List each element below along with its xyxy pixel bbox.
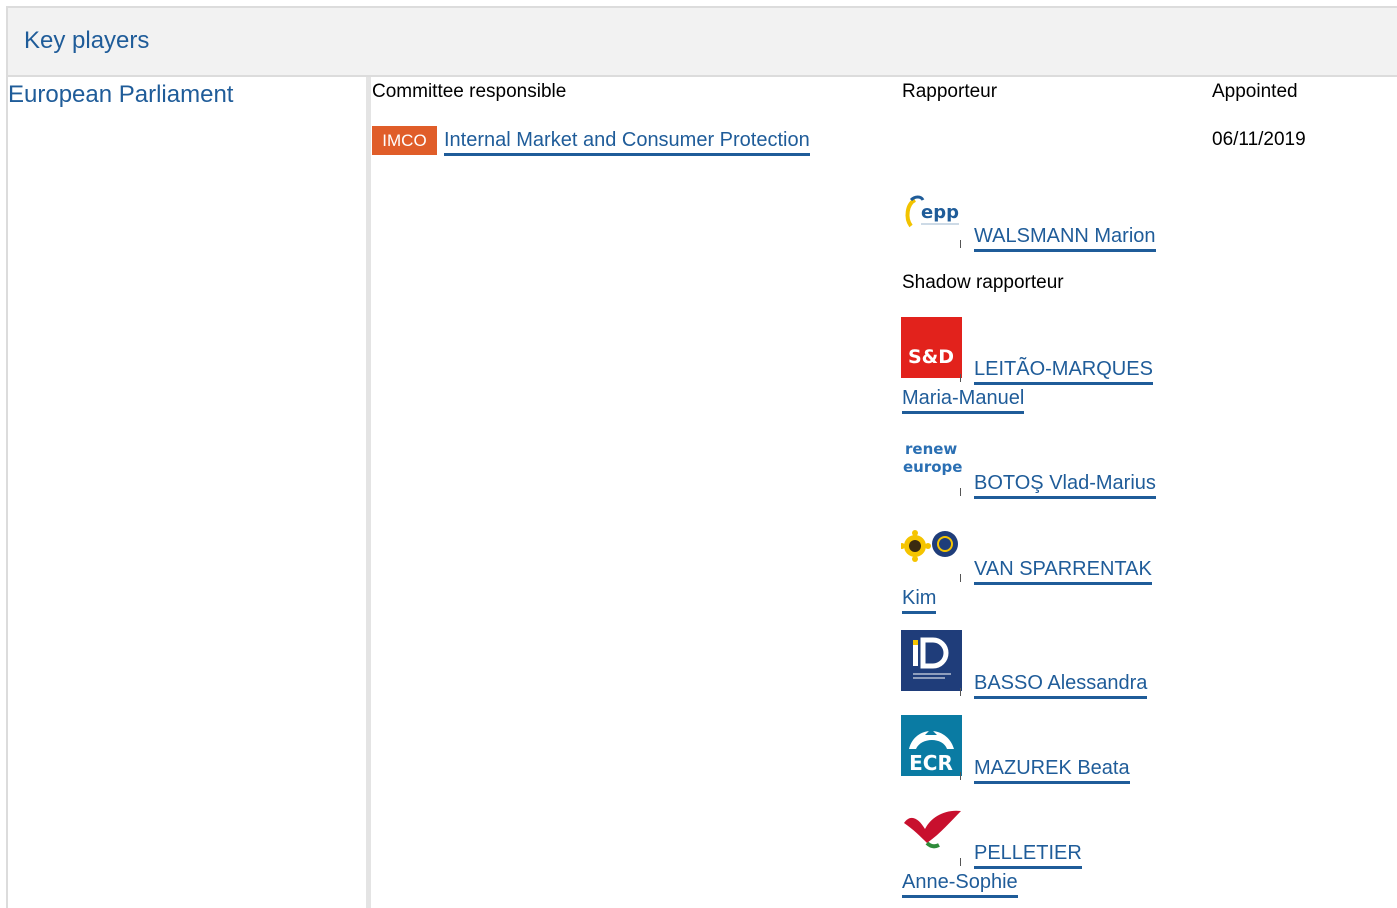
sd-logo-icon: S&D [901,317,962,378]
appointed-column-header: Appointed [1212,81,1298,102]
id-logo-icon [901,630,962,691]
section-title: Key players [24,27,150,54]
shadow-rapporteur-link[interactable]: BASSO Alessandra [974,670,1148,699]
svg-text:S&D: S&D [908,346,954,368]
shadow-rapporteur-link[interactable]: MAZUREK Beata [974,755,1130,784]
appointed-date: 06/11/2019 [1212,129,1306,150]
logo-tick [960,240,961,248]
institution-label: European Parliament [8,81,234,108]
shadow-rapporteur-link[interactable]: VAN SPARRENTAK [974,556,1152,585]
ecr-logo-icon: ECR [901,715,962,776]
svg-text:europe.: europe. [903,458,962,476]
logo-tick [960,574,961,582]
column-divider [366,77,371,908]
gue-ngl-logo-icon [901,801,962,862]
logo-tick [960,688,961,696]
epp-logo-icon: epp [901,184,962,245]
logo-tick [960,858,961,866]
svg-text:ECR: ECR [909,751,953,775]
institution-column: European Parliament [8,77,366,908]
shadow-rapporteur-link[interactable]: PELLETIER [974,840,1082,869]
greens-efa-logo-icon [899,516,962,577]
committee-link[interactable]: Internal Market and Consumer Protection [444,127,810,156]
shadow-rapporteur-label: Shadow rapporteur [902,272,1064,293]
committee-column-header: Committee responsible [372,81,567,102]
shadow-rapporteur-link[interactable]: Kim [902,585,937,614]
shadow-rapporteur-link[interactable]: BOTOŞ Vlad-Marius [974,470,1156,499]
committee-badge: IMCO [372,126,437,155]
svg-text:epp: epp [921,202,959,223]
shadow-rapporteur-link[interactable]: LEITÃO-MARQUES [974,356,1153,385]
rapporteur-link[interactable]: WALSMANN Marion [974,223,1156,252]
shadow-rapporteur-link[interactable]: Anne-Sophie [902,869,1018,898]
rapporteur-column-header: Rapporteur [902,81,998,102]
renew-europe-logo-icon: renew europe. [901,430,968,491]
shadow-rapporteur-link[interactable]: Maria-Manuel [902,385,1025,414]
logo-tick [960,488,961,496]
svg-text:renew: renew [905,440,957,458]
key-players-header: Key players [8,8,1397,77]
logo-tick [960,374,961,382]
logo-tick [960,772,961,780]
